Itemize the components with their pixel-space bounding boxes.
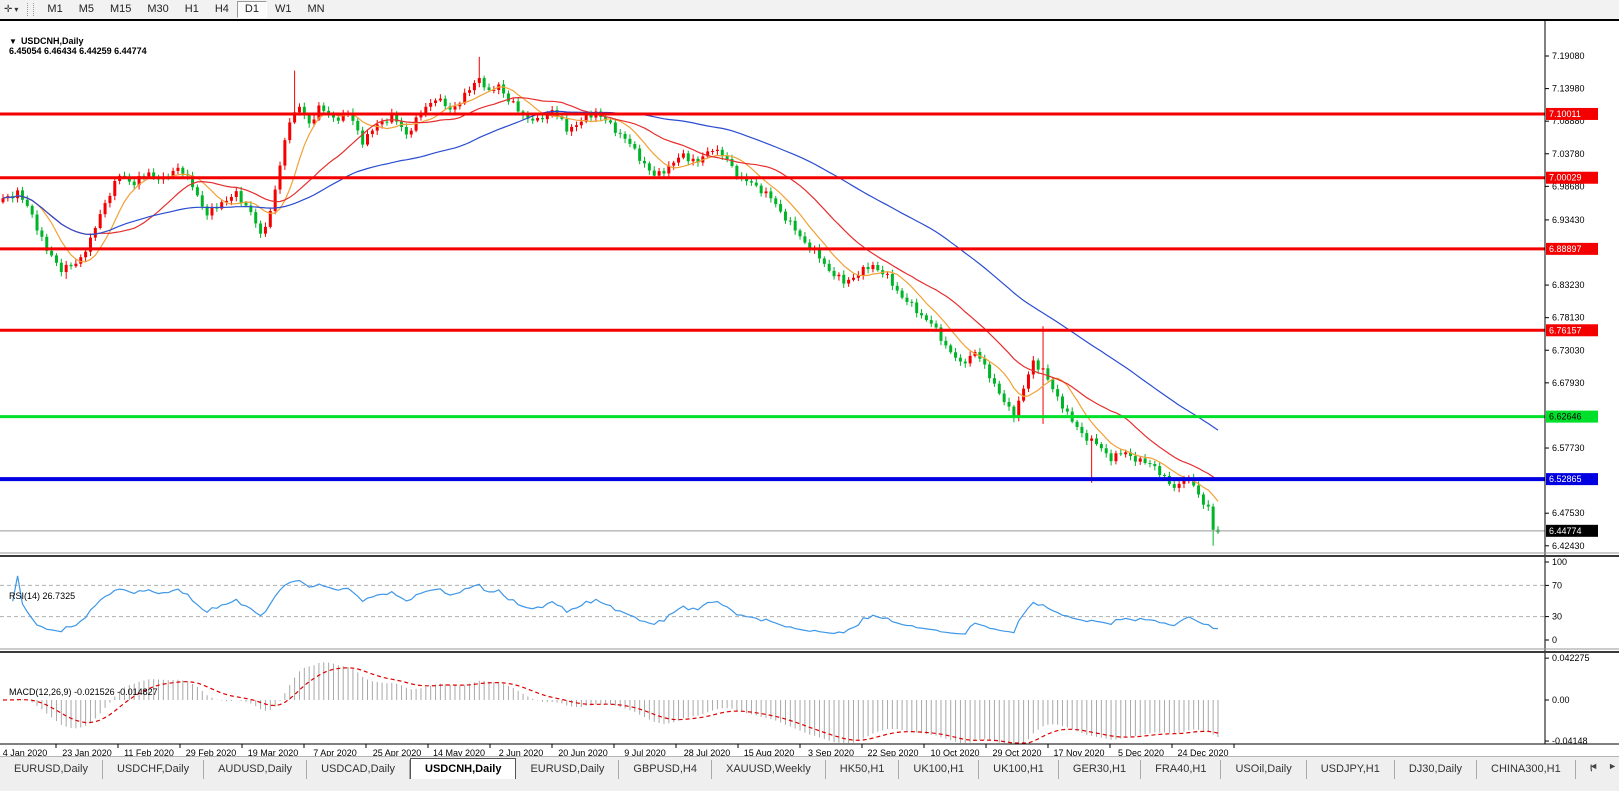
svg-text:5 Dec 2020: 5 Dec 2020 [1118,748,1164,756]
timeframe-button-h1[interactable]: H1 [177,1,207,18]
chart-tab-ger30-h1[interactable]: GER30,H1 [1059,760,1142,779]
svg-text:7 Apr 2020: 7 Apr 2020 [313,748,357,756]
svg-text:20 Jun 2020: 20 Jun 2020 [558,748,608,756]
macd-name: MACD(12,26,9) [9,687,72,697]
top-toolbar: ✛ ▾ M1 M5 M15 M30 H1 H4 D1 W1 MN [0,0,1619,19]
chart-ohlc-values: 6.45054 6.46434 6.44259 6.44774 [9,46,147,56]
chart-tab-eurusd-daily[interactable]: EURUSD,Daily [0,760,103,779]
svg-text:6.88897: 6.88897 [1549,244,1582,254]
chart-tab-xauusd-weekly[interactable]: XAUUSD,Weekly [712,760,826,779]
chart-tab-usoil-daily[interactable]: USOil,Daily [1221,760,1307,779]
svg-text:11 Feb 2020: 11 Feb 2020 [124,748,174,756]
svg-text:6.83230: 6.83230 [1552,280,1585,290]
chart-tab-gbpusd-h4[interactable]: GBPUSD,H4 [619,760,712,779]
svg-text:2 Jun 2020: 2 Jun 2020 [499,748,544,756]
macd-indicator-label: MACD(12,26,9) -0.021526 -0.014827 [4,677,158,697]
svg-text:7.00029: 7.00029 [1549,173,1582,183]
svg-text:70: 70 [1552,580,1562,590]
chart-tab-uk100-h1[interactable]: UK100,H1 [979,760,1059,779]
svg-text:28 Jul 2020: 28 Jul 2020 [684,748,731,756]
tab-scroll-right-icon[interactable]: ► [1608,761,1617,771]
rsi-name: RSI(14) [9,591,41,601]
svg-text:10 Oct 2020: 10 Oct 2020 [930,748,979,756]
svg-text:25 Apr 2020: 25 Apr 2020 [373,748,422,756]
svg-text:7.10011: 7.10011 [1549,109,1581,119]
svg-text:6.57730: 6.57730 [1552,443,1585,453]
chart-plot-area[interactable] [0,21,1619,756]
rsi-indicator-label: RSI(14) 26.7325 [4,581,75,601]
tab-scroll-left-icon[interactable]: ◄ [1589,761,1598,771]
timeframe-button-group: M1 M5 M15 M30 H1 H4 D1 W1 MN [39,1,332,18]
svg-text:7.13980: 7.13980 [1552,84,1585,94]
macd-main-value: -0.021526 [74,687,115,697]
svg-text:6.42430: 6.42430 [1552,541,1585,551]
timeframe-button-h4[interactable]: H4 [207,1,237,18]
chart-tab-bar: EURUSD,Daily USDCHF,Daily AUDUSD,Daily USDC… [0,756,1619,791]
chart-tab-usdjpy-h1[interactable]: USDJPY,H1 [1307,760,1395,779]
chart-tab-uk100-h1[interactable]: UK100,H1 [899,760,980,779]
svg-text:29 Oct 2020: 29 Oct 2020 [992,748,1041,756]
svg-text:6.93430: 6.93430 [1552,215,1585,225]
chart-tab-audusd-daily[interactable]: AUDUSD,Daily [204,760,308,779]
timeframe-button-d1[interactable]: D1 [236,1,267,18]
svg-text:7.03780: 7.03780 [1552,149,1585,159]
cursor-tool-icon: ✛ [4,4,13,15]
svg-text:6.73030: 6.73030 [1552,345,1585,355]
svg-text:19 Mar 2020: 19 Mar 2020 [248,748,299,756]
svg-text:17 Nov 2020: 17 Nov 2020 [1053,748,1104,756]
svg-text:22 Sep 2020: 22 Sep 2020 [867,748,918,756]
timeframe-button-m5[interactable]: M5 [71,1,102,18]
svg-text:29 Feb 2020: 29 Feb 2020 [186,748,237,756]
svg-text:6.76157: 6.76157 [1549,325,1582,335]
timeframe-button-mn[interactable]: MN [299,1,332,18]
rsi-value: 26.7325 [42,591,76,601]
svg-text:9 Jul 2020: 9 Jul 2020 [624,748,666,756]
chart-tab-usdchf-daily[interactable]: USDCHF,Daily [103,760,205,779]
timeframe-button-m30[interactable]: M30 [139,1,176,18]
svg-text:6.67930: 6.67930 [1552,378,1585,388]
title-caret-icon[interactable]: ▼ [9,37,17,46]
chart-title: ▼ USDCNH,Daily 6.45054 6.46434 6.44259 6.… [4,26,147,56]
svg-text:14 May 2020: 14 May 2020 [433,748,485,756]
chart-canvas[interactable]: 7.190807.139807.088807.037806.986806.934… [0,21,1619,756]
timeframe-button-w1[interactable]: W1 [267,1,300,18]
cursor-tool-button[interactable]: ✛ ▾ [0,0,22,19]
svg-text:6.47530: 6.47530 [1552,508,1585,518]
chart-tab-china300-h1[interactable]: CHINA300,H1 [1477,760,1576,779]
toolbar-grip [27,3,35,16]
svg-text:30: 30 [1552,612,1562,622]
tab-strip: EURUSD,Daily USDCHF,Daily AUDUSD,Daily USDC… [0,757,1592,779]
chart-tab-usdcnh-daily[interactable]: USDCNH,Daily [410,758,517,779]
tab-scroll-controls: ◄ ► [1589,761,1617,771]
svg-text:24 Dec 2020: 24 Dec 2020 [1177,748,1228,756]
chart-tab-hk50-h1[interactable]: HK50,H1 [826,760,900,779]
timeframe-button-m15[interactable]: M15 [102,1,139,18]
svg-text:0.00: 0.00 [1552,695,1570,705]
svg-text:6.44774: 6.44774 [1549,526,1582,536]
svg-text:23 Jan 2020: 23 Jan 2020 [62,748,112,756]
svg-text:6.78130: 6.78130 [1552,313,1585,323]
svg-text:-0.04148: -0.04148 [1552,736,1588,746]
chart-tab-eurusd-daily[interactable]: EURUSD,Daily [516,760,620,779]
svg-text:4 Jan 2020: 4 Jan 2020 [3,748,48,756]
chevron-down-icon[interactable]: ▾ [14,5,18,14]
chart-symbol-label: USDCNH,Daily [20,36,84,46]
chart-tab-usdcad-daily[interactable]: USDCAD,Daily [307,760,411,779]
svg-text:6.52865: 6.52865 [1549,474,1582,484]
timeframe-button-m1[interactable]: M1 [39,1,70,18]
svg-text:15 Aug 2020: 15 Aug 2020 [744,748,795,756]
svg-text:100: 100 [1552,557,1567,567]
svg-text:7.19080: 7.19080 [1552,51,1585,61]
svg-text:0.042275: 0.042275 [1552,653,1590,663]
svg-text:3 Sep 2020: 3 Sep 2020 [808,748,854,756]
svg-text:0: 0 [1552,635,1557,645]
chart-tab-dj30-daily[interactable]: DJ30,Daily [1395,760,1478,779]
chart-tab-fra40-h1[interactable]: FRA40,H1 [1141,760,1222,779]
macd-signal-value: -0.014827 [117,687,158,697]
svg-text:6.62646: 6.62646 [1549,412,1582,422]
